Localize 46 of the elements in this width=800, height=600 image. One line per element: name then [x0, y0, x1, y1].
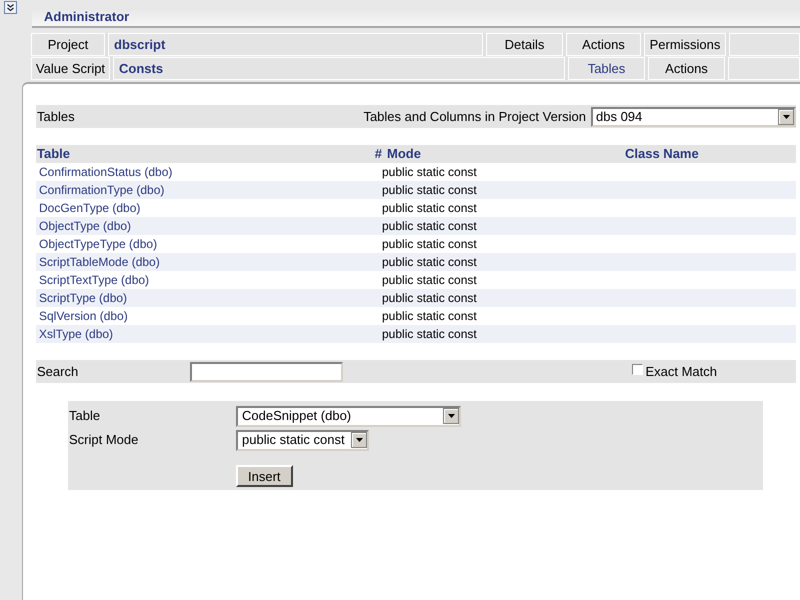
nav-tab[interactable]: Actions — [648, 57, 725, 80]
table-cell-text: public static const — [382, 200, 477, 217]
column-header: # — [374, 145, 382, 164]
table-cell-text: public static const — [382, 236, 477, 253]
table-link[interactable]: ConfirmationType (dbo) — [39, 181, 382, 199]
nav-tab[interactable]: Details — [486, 33, 563, 56]
table-link[interactable]: DocGenType (dbo) — [39, 199, 382, 217]
exact-match-checkbox[interactable] — [632, 364, 644, 374]
column-header: Table — [36, 145, 71, 164]
nav-tab[interactable]: Tables — [568, 57, 645, 80]
nav-tab[interactable]: Actions — [566, 33, 641, 56]
table-link[interactable]: ConfirmationStatus (dbo) — [39, 163, 382, 181]
table-cell-text: public static const — [382, 254, 477, 271]
version-select[interactable]: dbs 094 — [591, 106, 796, 126]
table-cell-text: public static const — [382, 218, 477, 235]
nav-value: Consts — [113, 57, 565, 80]
version-label: Tables and Columns in Project Version — [363, 108, 586, 126]
table-link[interactable]: ObjectType (dbo) — [39, 217, 382, 235]
tables-title: Tables — [37, 108, 75, 126]
expand-icon[interactable] — [4, 1, 17, 14]
search-label: Search — [37, 362, 80, 381]
table-cell-text: public static const — [382, 272, 477, 289]
column-header: Class Name — [625, 145, 699, 164]
table-link[interactable]: ObjectTypeType (dbo) — [39, 235, 382, 253]
table-select[interactable]: CodeSnippet (dbo) — [236, 406, 461, 426]
nav-tab[interactable]: Permissions — [644, 33, 726, 56]
table-cell-text: public static const — [382, 326, 477, 343]
script-mode-select[interactable]: public static const — [236, 430, 369, 450]
table-label: Table — [69, 407, 102, 426]
table-cell-text: public static const — [382, 290, 477, 307]
nav-label: Value Script — [31, 57, 110, 80]
table-link[interactable]: ScriptTextType (dbo) — [39, 271, 382, 289]
table-link[interactable]: XslType (dbo) — [39, 325, 382, 343]
nav-label: Project — [31, 33, 105, 56]
table-link[interactable]: ScriptType (dbo) — [39, 289, 382, 307]
insert-button[interactable]: Insert — [236, 465, 293, 487]
exact-match-label: Exact Match — [645, 362, 717, 381]
table-link[interactable]: ScriptTableMode (dbo) — [39, 253, 382, 271]
script-mode-label: Script Mode — [69, 431, 140, 450]
table-cell-text: public static const — [382, 182, 477, 199]
column-header: Mode — [386, 145, 422, 164]
nav-value: dbscript — [108, 33, 483, 56]
search-field[interactable] — [190, 362, 343, 382]
table-link[interactable]: SqlVersion (dbo) — [39, 307, 382, 325]
table-cell-text: public static const — [382, 308, 477, 325]
table-cell-text: public static const — [382, 164, 477, 181]
